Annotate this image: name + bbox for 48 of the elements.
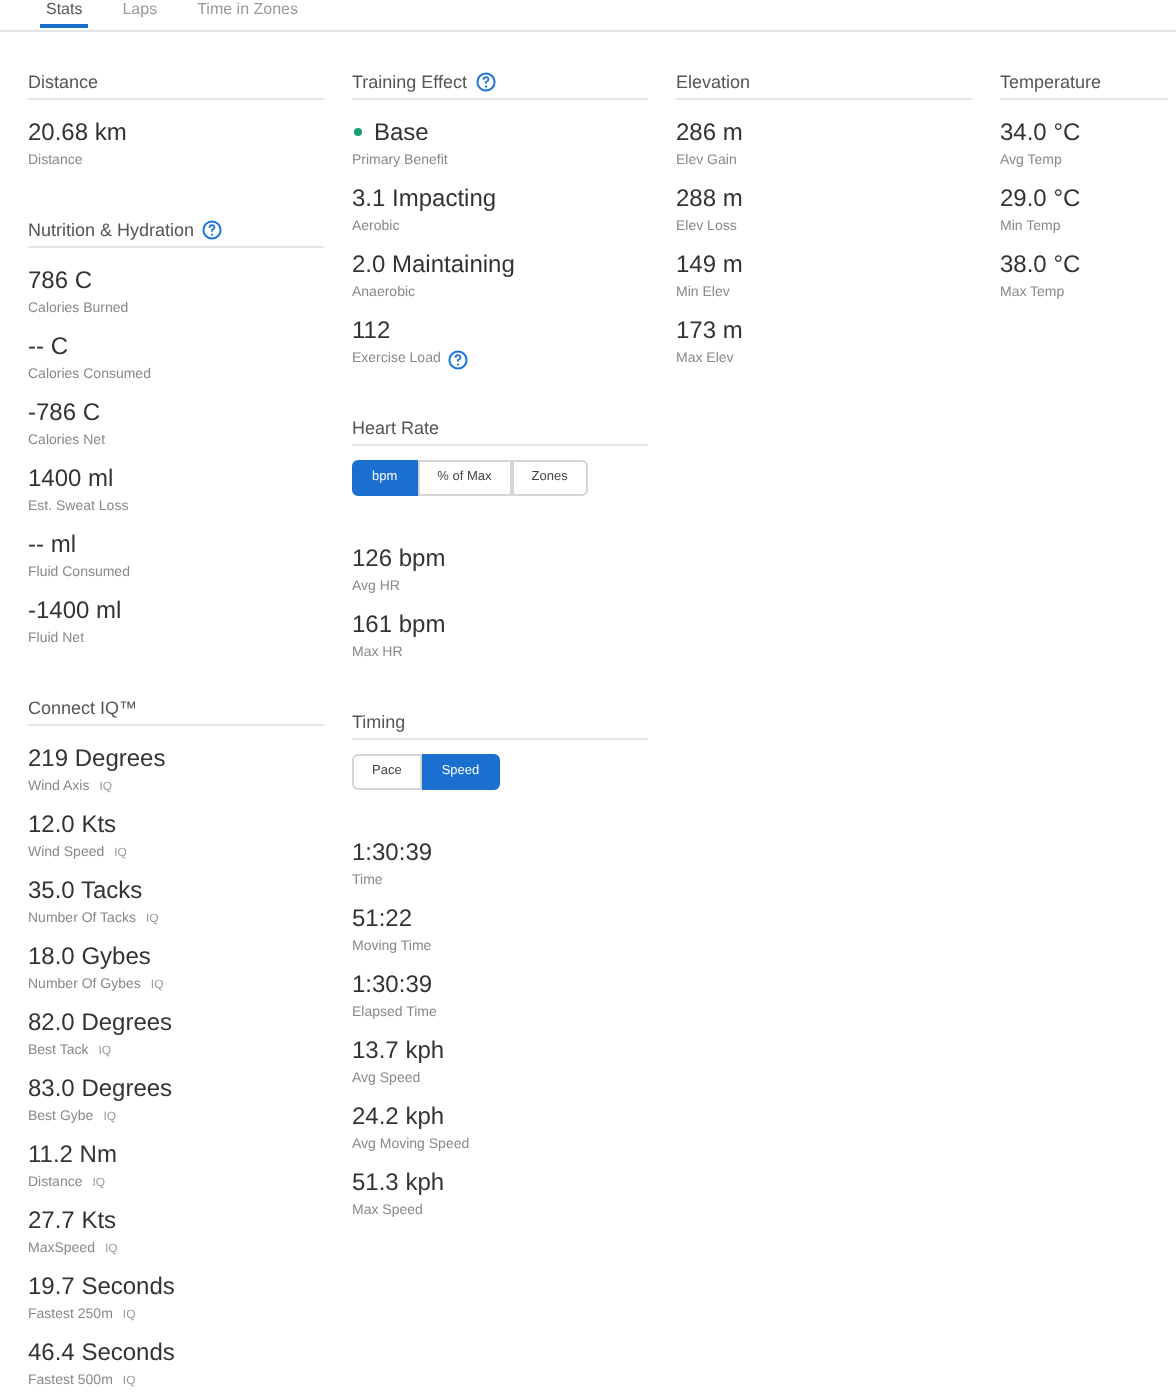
stat-value: 83.0 Degrees xyxy=(28,1072,173,1106)
stat-value: 1400 ml xyxy=(28,462,114,496)
help-icon[interactable] xyxy=(475,72,496,92)
stat-value: 51.3 kph xyxy=(352,1166,445,1200)
section-title: Connect IQ™ xyxy=(28,696,138,720)
stat-value: 161 bpm xyxy=(352,608,446,642)
stat-value: 82.0 Degrees xyxy=(28,1006,173,1040)
stat-value: 29.0 °C xyxy=(1000,182,1081,216)
stat-value: 19.7 Seconds xyxy=(28,1270,175,1304)
stat-value: 12.0 Kts xyxy=(28,808,117,842)
stat-value: -- C xyxy=(28,330,68,364)
help-icon[interactable] xyxy=(448,350,469,370)
section-title: Elevation xyxy=(676,70,751,94)
section-title: Training Effect xyxy=(352,70,468,94)
stat-value: 1:30:39 xyxy=(352,968,433,1002)
stat-value: 13.7 kph xyxy=(352,1034,445,1068)
stat-value: 219 Degrees xyxy=(28,742,166,776)
stat-value: 1:30:39 xyxy=(352,836,433,870)
stat-value: 173 m xyxy=(676,314,743,348)
stat-value: 126 bpm xyxy=(352,542,446,576)
stat-value: 112 xyxy=(352,314,391,348)
stat-value: 288 m xyxy=(676,182,743,216)
stat-value: 35.0 Tacks xyxy=(28,874,143,908)
stat-value: -1400 ml xyxy=(28,594,122,628)
stat-value: 286 m xyxy=(676,116,743,150)
section-title: Heart Rate xyxy=(352,416,440,440)
stat-value: 24.2 kph xyxy=(352,1100,445,1134)
stat-value: 2.0 Maintaining xyxy=(352,248,515,282)
section-title: Nutrition & Hydration xyxy=(28,218,195,242)
stat-value: 27.7 Kts xyxy=(28,1204,117,1238)
stat-value: 34.0 °C xyxy=(1000,116,1081,150)
stat-value: 20.68 km xyxy=(28,116,127,150)
stat-value: 11.2 Nm xyxy=(28,1138,117,1172)
stat-value: 149 m xyxy=(676,248,743,282)
stat-value: -786 C xyxy=(28,396,101,430)
stat-value: -- ml xyxy=(28,528,76,562)
stat-value: 46.4 Seconds xyxy=(28,1336,175,1370)
stat-value: Base xyxy=(374,116,429,150)
section-title: Distance xyxy=(28,70,99,94)
stat-value: 3.1 Impacting xyxy=(352,182,497,216)
stat-value: 38.0 °C xyxy=(1000,248,1081,282)
help-icon[interactable] xyxy=(202,220,223,240)
stat-value: 786 C xyxy=(28,264,93,298)
stat-value: 18.0 Gybes xyxy=(28,940,151,974)
section-title: Temperature xyxy=(1000,70,1102,94)
tab[interactable]: Stats xyxy=(40,0,89,28)
stat-value: 51:22 xyxy=(352,902,413,936)
section-title: Timing xyxy=(352,710,406,734)
